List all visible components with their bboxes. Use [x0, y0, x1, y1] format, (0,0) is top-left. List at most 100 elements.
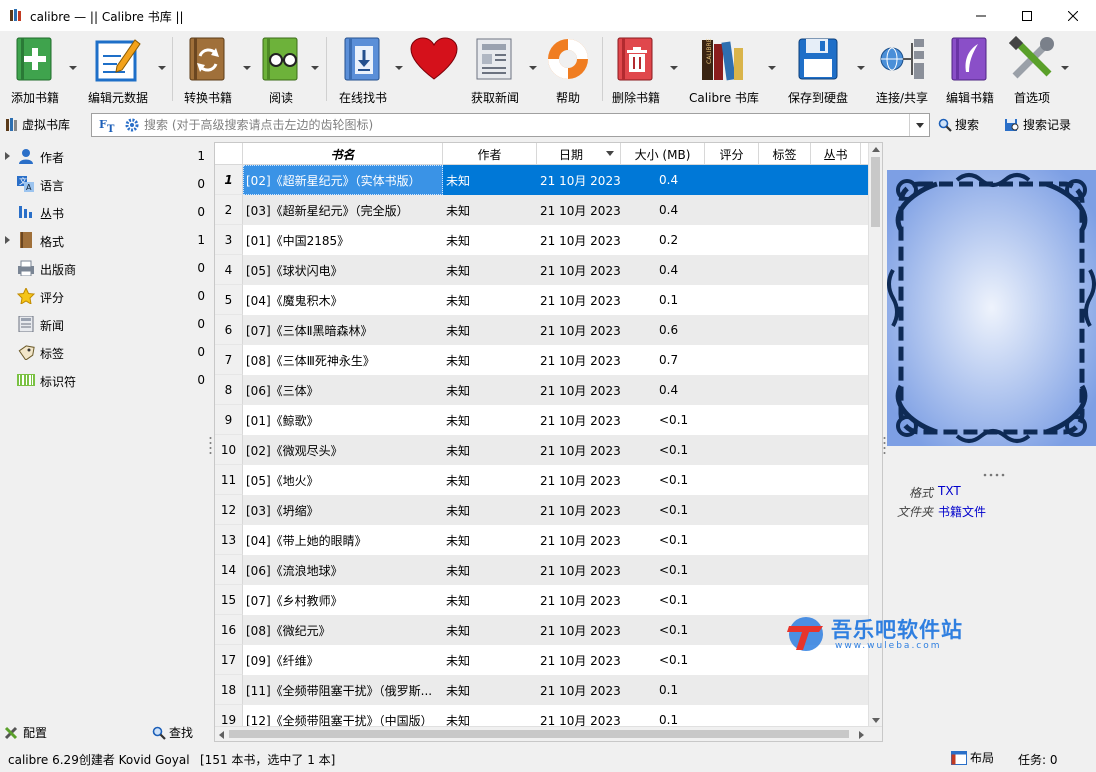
cell-size[interactable]: <0.1 [659, 495, 719, 525]
details-splitter-grip-icon[interactable] [983, 473, 1005, 477]
search-button[interactable]: 搜索 [938, 116, 979, 133]
row-number[interactable]: 11 [215, 465, 243, 495]
cell-author[interactable]: 未知 [446, 255, 536, 285]
cell-author[interactable]: 未知 [446, 555, 536, 585]
view-button[interactable]: 阅读 [255, 31, 307, 107]
cell-size[interactable]: <0.1 [659, 525, 719, 555]
table-row[interactable]: 13 [04]《带上她的眼睛》 未知 21 10月 2023 <0.1 [215, 525, 869, 555]
convert-books-button[interactable]: 转换书籍 [178, 31, 238, 107]
library-dropdown-arrow[interactable] [768, 66, 776, 70]
row-cells[interactable]: [08]《微纪元》 未知 21 10月 2023 <0.1 [243, 615, 869, 645]
fetch-news-button[interactable]: 获取新闻 [464, 31, 526, 107]
detail-folder-link[interactable]: 书籍文件 [938, 503, 986, 520]
table-row[interactable]: 10 [02]《微观尽头》 未知 21 10月 2023 <0.1 [215, 435, 869, 465]
cell-size[interactable]: <0.1 [659, 585, 719, 615]
cell-size[interactable]: <0.1 [659, 405, 719, 435]
add-books-dropdown-arrow[interactable] [69, 66, 77, 70]
expand-arrow-icon[interactable] [5, 152, 10, 160]
cell-size[interactable]: <0.1 [659, 435, 719, 465]
view-dropdown-arrow[interactable] [311, 66, 319, 70]
cell-title[interactable]: [06]《流浪地球》 [246, 555, 442, 585]
scroll-down-arrow-icon[interactable] [872, 718, 880, 723]
cell-title[interactable]: [11]《全频带阻塞干扰》（俄罗斯... [246, 675, 442, 705]
tag-category-formats[interactable]: 格式 1 [0, 226, 210, 254]
cell-size[interactable]: <0.1 [659, 465, 719, 495]
search-input[interactable] [144, 116, 904, 134]
row-number[interactable]: 7 [215, 345, 243, 375]
preferences-dropdown-arrow[interactable] [1061, 66, 1069, 70]
cell-author[interactable]: 未知 [446, 375, 536, 405]
row-number[interactable]: 9 [215, 405, 243, 435]
layout-button[interactable]: 布局 [951, 749, 994, 766]
table-row[interactable]: 6 [07]《三体Ⅱ黑暗森林》 未知 21 10月 2023 0.6 [215, 315, 869, 345]
table-row[interactable]: 14 [06]《流浪地球》 未知 21 10月 2023 <0.1 [215, 555, 869, 585]
cell-author[interactable]: 未知 [446, 315, 536, 345]
cell-date[interactable]: 21 10月 2023 [540, 645, 624, 675]
tag-category-publishers[interactable]: 出版商 0 [0, 254, 210, 282]
table-row[interactable]: 15 [07]《乡村教师》 未知 21 10月 2023 <0.1 [215, 585, 869, 615]
right-splitter-handle[interactable] [883, 436, 886, 456]
edit-book-button[interactable]: 编辑书籍 [942, 31, 998, 107]
table-row[interactable]: 3 [01]《中国2185》 未知 21 10月 2023 0.2 [215, 225, 869, 255]
cell-date[interactable]: 21 10月 2023 [540, 285, 624, 315]
remove-books-button[interactable]: 删除书籍 [606, 31, 666, 107]
row-cells[interactable]: [02]《超新星纪元》（实体书版） 未知 21 10月 2023 0.4 [243, 165, 869, 195]
close-button[interactable] [1050, 0, 1096, 31]
column-header-rating[interactable]: 评分 [705, 143, 759, 165]
expand-arrow-icon[interactable] [5, 236, 10, 244]
cell-size[interactable]: 0.2 [659, 225, 719, 255]
edit-metadata-dropdown-arrow[interactable] [158, 66, 166, 70]
scroll-left-arrow-icon[interactable] [219, 731, 224, 739]
tag-category-news[interactable]: 新闻 0 [0, 310, 210, 338]
row-cells[interactable]: [03]《超新星纪元》（完全版） 未知 21 10月 2023 0.4 [243, 195, 869, 225]
vertical-scroll-thumb[interactable] [871, 157, 880, 227]
cell-title[interactable]: [02]《微观尽头》 [246, 435, 442, 465]
row-cells[interactable]: [05]《地火》 未知 21 10月 2023 <0.1 [243, 465, 869, 495]
configure-tag-browser-button[interactable]: 配置 [4, 724, 47, 741]
cell-date[interactable]: 21 10月 2023 [540, 585, 624, 615]
table-row[interactable]: 4 [05]《球状闪电》 未知 21 10月 2023 0.4 [215, 255, 869, 285]
cell-title[interactable]: [05]《地火》 [246, 465, 442, 495]
preferences-button[interactable]: 首选项 [1004, 31, 1060, 107]
edit-metadata-button[interactable]: 编辑元数据 [84, 31, 152, 107]
row-number[interactable]: 4 [215, 255, 243, 285]
tag-category-tags[interactable]: 标签 0 [0, 338, 210, 366]
convert-dropdown-arrow[interactable] [243, 66, 251, 70]
cell-author[interactable]: 未知 [446, 165, 536, 195]
cell-date[interactable]: 21 10月 2023 [540, 165, 624, 195]
left-splitter-handle[interactable] [209, 436, 212, 456]
row-cells[interactable]: [03]《坍缩》 未知 21 10月 2023 <0.1 [243, 495, 869, 525]
cell-title[interactable]: [03]《超新星纪元》（完全版） [246, 195, 442, 225]
detail-format-link[interactable]: TXT [938, 484, 961, 498]
cell-title[interactable]: [05]《球状闪电》 [246, 255, 442, 285]
table-row[interactable]: 17 [09]《纤维》 未知 21 10月 2023 <0.1 [215, 645, 869, 675]
cell-size[interactable]: 0.6 [659, 315, 719, 345]
cell-title[interactable]: [08]《三体Ⅲ死神永生》 [246, 345, 442, 375]
status-jobs[interactable]: 任务: 0 [1018, 751, 1058, 768]
column-header-title[interactable]: 书名 [243, 143, 443, 165]
cell-author[interactable]: 未知 [446, 585, 536, 615]
tag-category-authors[interactable]: 作者 1 [0, 142, 210, 170]
fetch-news-dropdown-arrow[interactable] [529, 66, 537, 70]
table-row[interactable]: 12 [03]《坍缩》 未知 21 10月 2023 <0.1 [215, 495, 869, 525]
cell-author[interactable]: 未知 [446, 525, 536, 555]
calibre-library-button[interactable]: CALIBRE Calibre 书库 [684, 31, 764, 107]
row-cells[interactable]: [11]《全频带阻塞干扰》（俄罗斯... 未知 21 10月 2023 0.1 [243, 675, 869, 705]
row-number[interactable]: 1 [215, 165, 243, 195]
cell-date[interactable]: 21 10月 2023 [540, 495, 624, 525]
cell-size[interactable]: 0.1 [659, 675, 719, 705]
advanced-search-gear-icon[interactable] [125, 118, 139, 132]
cell-date[interactable]: 21 10月 2023 [540, 255, 624, 285]
cell-author[interactable]: 未知 [446, 405, 536, 435]
row-number[interactable]: 8 [215, 375, 243, 405]
cell-date[interactable]: 21 10月 2023 [540, 465, 624, 495]
row-cells[interactable]: [01]《鲸歌》 未知 21 10月 2023 <0.1 [243, 405, 869, 435]
row-number[interactable]: 18 [215, 675, 243, 705]
column-header-date[interactable]: 日期 [537, 143, 621, 165]
connect-share-button[interactable]: 连接/共享 [870, 31, 934, 107]
find-in-tag-browser-button[interactable]: 查找 [152, 724, 193, 741]
get-books-button[interactable]: 在线找书 [332, 31, 394, 107]
cell-author[interactable]: 未知 [446, 285, 536, 315]
cell-author[interactable]: 未知 [446, 615, 536, 645]
row-number[interactable]: 13 [215, 525, 243, 555]
